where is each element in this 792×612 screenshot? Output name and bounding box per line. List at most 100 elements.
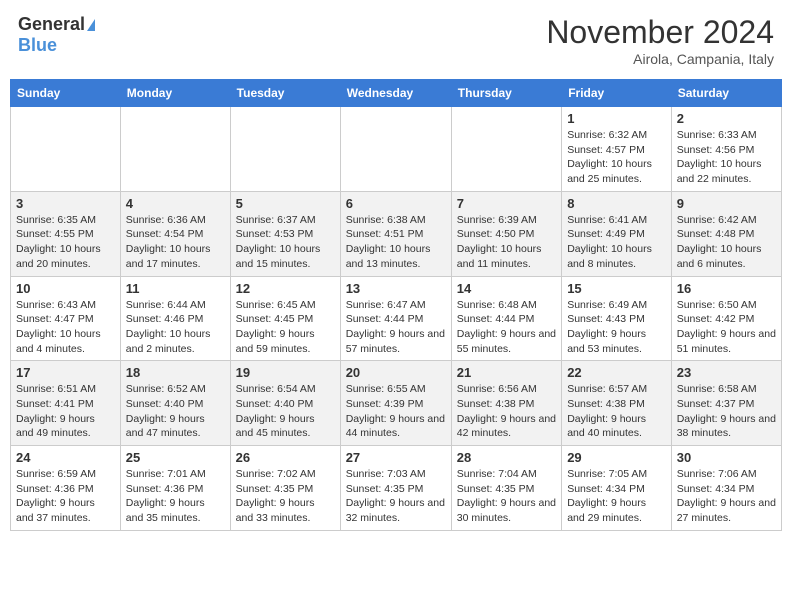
day-number: 4 [126, 196, 225, 211]
day-number: 29 [567, 450, 666, 465]
day-info: Sunrise: 6:32 AM Sunset: 4:57 PM Dayligh… [567, 128, 666, 187]
cell-content: 27 Sunrise: 7:03 AM Sunset: 4:35 PM Dayli… [346, 450, 446, 526]
day-number: 10 [16, 281, 115, 296]
calendar-cell [11, 107, 121, 192]
calendar-cell: 22Sunrise: 6:57 AM Sunset: 4:38 PM Dayli… [562, 361, 672, 446]
day-number: 9 [677, 196, 776, 211]
day-number: 23 [677, 365, 776, 380]
cell-content: 12 Sunrise: 6:45 AM Sunset: 4:45 PM Dayli… [236, 281, 335, 357]
calendar-cell: 4Sunrise: 6:36 AM Sunset: 4:54 PM Daylig… [120, 191, 230, 276]
cell-content: 18Sunrise: 6:52 AM Sunset: 4:40 PM Dayli… [126, 365, 225, 441]
weekday-header-cell: Monday [120, 80, 230, 107]
day-number: 19 [236, 365, 335, 380]
day-info: Sunrise: 7:01 AM Sunset: 4:36 PM Dayligh… [126, 467, 225, 526]
day-number: 26 [236, 450, 335, 465]
calendar-cell: 6 Sunrise: 6:38 AM Sunset: 4:51 PM Daylig… [340, 191, 451, 276]
calendar-cell: 13Sunrise: 6:47 AM Sunset: 4:44 PM Dayli… [340, 276, 451, 361]
cell-content: 10Sunrise: 6:43 AM Sunset: 4:47 PM Dayli… [16, 281, 115, 357]
calendar-cell: 8Sunrise: 6:41 AM Sunset: 4:49 PM Daylig… [562, 191, 672, 276]
month-title: November 2024 [546, 14, 774, 51]
day-info: Sunrise: 6:38 AM Sunset: 4:51 PM Dayligh… [346, 213, 446, 272]
cell-content: 17 Sunrise: 6:51 AM Sunset: 4:41 PM Dayli… [16, 365, 115, 441]
calendar-cell: 21 Sunrise: 6:56 AM Sunset: 4:38 PM Dayli… [451, 361, 561, 446]
cell-content: 19Sunrise: 6:54 AM Sunset: 4:40 PM Dayli… [236, 365, 335, 441]
calendar-cell: 9 Sunrise: 6:42 AM Sunset: 4:48 PM Daylig… [671, 191, 781, 276]
day-info: Sunrise: 6:58 AM Sunset: 4:37 PM Dayligh… [677, 382, 776, 441]
logo-blue-text: Blue [18, 35, 57, 56]
day-number: 16 [677, 281, 776, 296]
calendar-cell: 26 Sunrise: 7:02 AM Sunset: 4:35 PM Dayli… [230, 446, 340, 531]
calendar-table: SundayMondayTuesdayWednesdayThursdayFrid… [10, 79, 782, 531]
cell-content: 23 Sunrise: 6:58 AM Sunset: 4:37 PM Dayli… [677, 365, 776, 441]
weekday-header-cell: Wednesday [340, 80, 451, 107]
cell-content: 13Sunrise: 6:47 AM Sunset: 4:44 PM Dayli… [346, 281, 446, 357]
cell-content: 9 Sunrise: 6:42 AM Sunset: 4:48 PM Daylig… [677, 196, 776, 272]
day-number: 15 [567, 281, 666, 296]
calendar-cell: 7Sunrise: 6:39 AM Sunset: 4:50 PM Daylig… [451, 191, 561, 276]
day-info: Sunrise: 7:02 AM Sunset: 4:35 PM Dayligh… [236, 467, 335, 526]
day-info: Sunrise: 7:05 AM Sunset: 4:34 PM Dayligh… [567, 467, 666, 526]
calendar-cell: 16Sunrise: 6:50 AM Sunset: 4:42 PM Dayli… [671, 276, 781, 361]
cell-content: 3Sunrise: 6:35 AM Sunset: 4:55 PM Daylig… [16, 196, 115, 272]
day-info: Sunrise: 7:06 AM Sunset: 4:34 PM Dayligh… [677, 467, 776, 526]
calendar-cell [451, 107, 561, 192]
calendar-cell: 14Sunrise: 6:48 AM Sunset: 4:44 PM Dayli… [451, 276, 561, 361]
cell-content: 4Sunrise: 6:36 AM Sunset: 4:54 PM Daylig… [126, 196, 225, 272]
day-number: 30 [677, 450, 776, 465]
calendar-cell: 12 Sunrise: 6:45 AM Sunset: 4:45 PM Dayli… [230, 276, 340, 361]
calendar-cell: 15 Sunrise: 6:49 AM Sunset: 4:43 PM Dayli… [562, 276, 672, 361]
weekday-header-cell: Tuesday [230, 80, 340, 107]
day-number: 17 [16, 365, 115, 380]
weekday-header-cell: Saturday [671, 80, 781, 107]
calendar-week-row: 3Sunrise: 6:35 AM Sunset: 4:55 PM Daylig… [11, 191, 782, 276]
location-text: Airola, Campania, Italy [546, 51, 774, 67]
day-number: 28 [457, 450, 556, 465]
cell-content: 11Sunrise: 6:44 AM Sunset: 4:46 PM Dayli… [126, 281, 225, 357]
day-info: Sunrise: 6:33 AM Sunset: 4:56 PM Dayligh… [677, 128, 776, 187]
day-number: 18 [126, 365, 225, 380]
day-number: 7 [457, 196, 556, 211]
day-info: Sunrise: 7:04 AM Sunset: 4:35 PM Dayligh… [457, 467, 556, 526]
day-info: Sunrise: 6:48 AM Sunset: 4:44 PM Dayligh… [457, 298, 556, 357]
calendar-cell [120, 107, 230, 192]
day-info: Sunrise: 6:49 AM Sunset: 4:43 PM Dayligh… [567, 298, 666, 357]
day-info: Sunrise: 6:37 AM Sunset: 4:53 PM Dayligh… [236, 213, 335, 272]
day-number: 12 [236, 281, 335, 296]
cell-content: 5 Sunrise: 6:37 AM Sunset: 4:53 PM Daylig… [236, 196, 335, 272]
calendar-cell: 2Sunrise: 6:33 AM Sunset: 4:56 PM Daylig… [671, 107, 781, 192]
cell-content: 21 Sunrise: 6:56 AM Sunset: 4:38 PM Dayli… [457, 365, 556, 441]
cell-content: 16Sunrise: 6:50 AM Sunset: 4:42 PM Dayli… [677, 281, 776, 357]
cell-content: 1Sunrise: 6:32 AM Sunset: 4:57 PM Daylig… [567, 111, 666, 187]
day-number: 6 [346, 196, 446, 211]
calendar-cell: 18Sunrise: 6:52 AM Sunset: 4:40 PM Dayli… [120, 361, 230, 446]
cell-content: 26 Sunrise: 7:02 AM Sunset: 4:35 PM Dayli… [236, 450, 335, 526]
day-number: 21 [457, 365, 556, 380]
cell-content: 15 Sunrise: 6:49 AM Sunset: 4:43 PM Dayli… [567, 281, 666, 357]
day-info: Sunrise: 6:45 AM Sunset: 4:45 PM Dayligh… [236, 298, 335, 357]
weekday-header-row: SundayMondayTuesdayWednesdayThursdayFrid… [11, 80, 782, 107]
day-info: Sunrise: 6:47 AM Sunset: 4:44 PM Dayligh… [346, 298, 446, 357]
day-info: Sunrise: 6:51 AM Sunset: 4:41 PM Dayligh… [16, 382, 115, 441]
day-info: Sunrise: 6:42 AM Sunset: 4:48 PM Dayligh… [677, 213, 776, 272]
cell-content: 7Sunrise: 6:39 AM Sunset: 4:50 PM Daylig… [457, 196, 556, 272]
day-number: 8 [567, 196, 666, 211]
weekday-header-cell: Thursday [451, 80, 561, 107]
cell-content: 22Sunrise: 6:57 AM Sunset: 4:38 PM Dayli… [567, 365, 666, 441]
cell-content: 29 Sunrise: 7:05 AM Sunset: 4:34 PM Dayli… [567, 450, 666, 526]
calendar-cell: 10Sunrise: 6:43 AM Sunset: 4:47 PM Dayli… [11, 276, 121, 361]
logo-icon [87, 19, 95, 31]
calendar-week-row: 1Sunrise: 6:32 AM Sunset: 4:57 PM Daylig… [11, 107, 782, 192]
cell-content: 25Sunrise: 7:01 AM Sunset: 4:36 PM Dayli… [126, 450, 225, 526]
day-info: Sunrise: 6:56 AM Sunset: 4:38 PM Dayligh… [457, 382, 556, 441]
cell-content: 30 Sunrise: 7:06 AM Sunset: 4:34 PM Dayli… [677, 450, 776, 526]
calendar-cell: 19Sunrise: 6:54 AM Sunset: 4:40 PM Dayli… [230, 361, 340, 446]
page-header: General Blue November 2024 Airola, Campa… [10, 10, 782, 71]
day-info: Sunrise: 7:03 AM Sunset: 4:35 PM Dayligh… [346, 467, 446, 526]
cell-content: 20Sunrise: 6:55 AM Sunset: 4:39 PM Dayli… [346, 365, 446, 441]
calendar-cell: 29 Sunrise: 7:05 AM Sunset: 4:34 PM Dayli… [562, 446, 672, 531]
calendar-week-row: 24Sunrise: 6:59 AM Sunset: 4:36 PM Dayli… [11, 446, 782, 531]
day-number: 27 [346, 450, 446, 465]
day-number: 5 [236, 196, 335, 211]
calendar-cell: 11Sunrise: 6:44 AM Sunset: 4:46 PM Dayli… [120, 276, 230, 361]
cell-content: 28 Sunrise: 7:04 AM Sunset: 4:35 PM Dayli… [457, 450, 556, 526]
